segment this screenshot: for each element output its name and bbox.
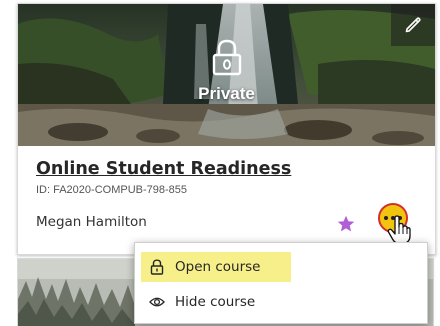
privacy-indicator: Private <box>18 38 435 104</box>
course-card: Private Online Student Readiness ID: FA2… <box>17 3 436 255</box>
pencil-icon <box>405 17 421 33</box>
course-title-link[interactable]: Online Student Readiness <box>36 159 291 179</box>
lock-icon <box>212 39 241 76</box>
menu-item-hide-course[interactable]: Hide course <box>141 287 291 317</box>
private-label: Private <box>198 84 255 103</box>
menu-item-open-course[interactable]: Open course <box>141 252 291 282</box>
course-banner-image: Private <box>18 4 435 146</box>
instructor-name: Megan Hamilton <box>36 214 147 230</box>
course-id: ID: FA2020-COMPUB-798-855 <box>36 184 188 196</box>
menu-item-label: Hide course <box>175 294 256 310</box>
star-icon[interactable] <box>336 214 356 234</box>
eye-icon <box>149 294 165 310</box>
menu-item-label: Open course <box>175 259 261 275</box>
course-options-menu: Open course Hide course <box>134 242 428 324</box>
lock-icon <box>149 259 165 275</box>
course-list-view: Private Online Student Readiness ID: FA2… <box>0 0 440 326</box>
hand-pointer-icon <box>387 215 411 245</box>
